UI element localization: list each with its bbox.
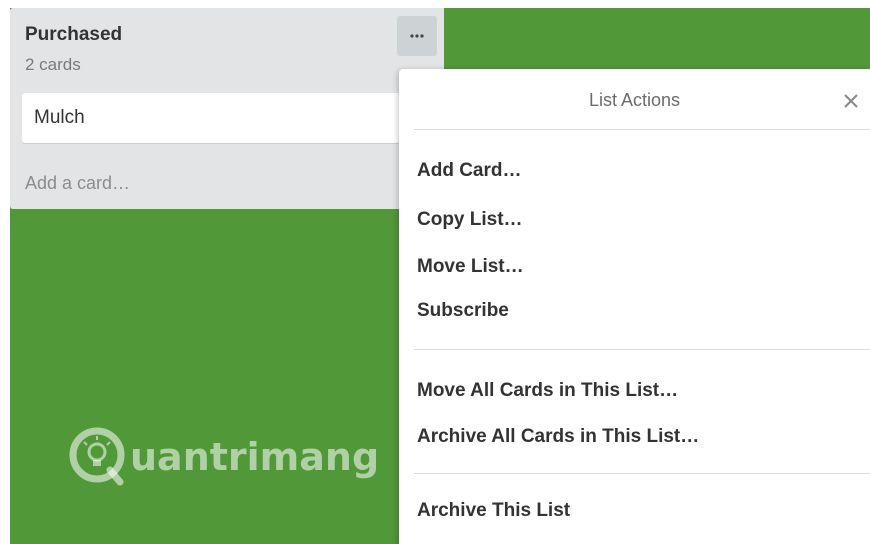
card-title: Mulch (34, 107, 85, 128)
menu-item-subscribe[interactable]: Subscribe (417, 299, 509, 323)
menu-item-archive-list[interactable]: Archive This List (417, 499, 570, 523)
menu-item-add-card[interactable]: Add Card… (417, 159, 522, 183)
list-menu-button[interactable] (397, 16, 437, 56)
add-card-link[interactable]: Add a card… (25, 171, 130, 195)
menu-item-move-list[interactable]: Move List… (417, 255, 524, 279)
popover-header: List Actions (399, 69, 870, 129)
more-horizontal-icon (410, 34, 424, 38)
watermark-text: uantrimang (130, 435, 379, 479)
menu-item-archive-all-cards[interactable]: Archive All Cards in This List… (417, 425, 699, 449)
watermark-logo: uantrimang (69, 427, 379, 486)
card-mulch[interactable]: Mulch (22, 93, 444, 143)
list-card-count: 2 cards (25, 55, 81, 74)
header-divider (414, 129, 870, 130)
section-divider (414, 349, 870, 350)
section-divider (414, 473, 870, 474)
popover-title: List Actions (588, 90, 681, 110)
list-actions-popover: List Actions Add Card… Copy List… Move L… (399, 69, 870, 544)
menu-item-copy-list[interactable]: Copy List… (417, 208, 523, 232)
lightbulb-q-logo-icon (69, 427, 125, 486)
menu-item-move-all-cards[interactable]: Move All Cards in This List… (417, 379, 678, 403)
close-button[interactable] (839, 89, 863, 113)
list-title[interactable]: Purchased (25, 24, 122, 46)
close-icon (844, 94, 858, 108)
list-purchased: Purchased 2 cards Mulch Add a card… (10, 8, 444, 209)
